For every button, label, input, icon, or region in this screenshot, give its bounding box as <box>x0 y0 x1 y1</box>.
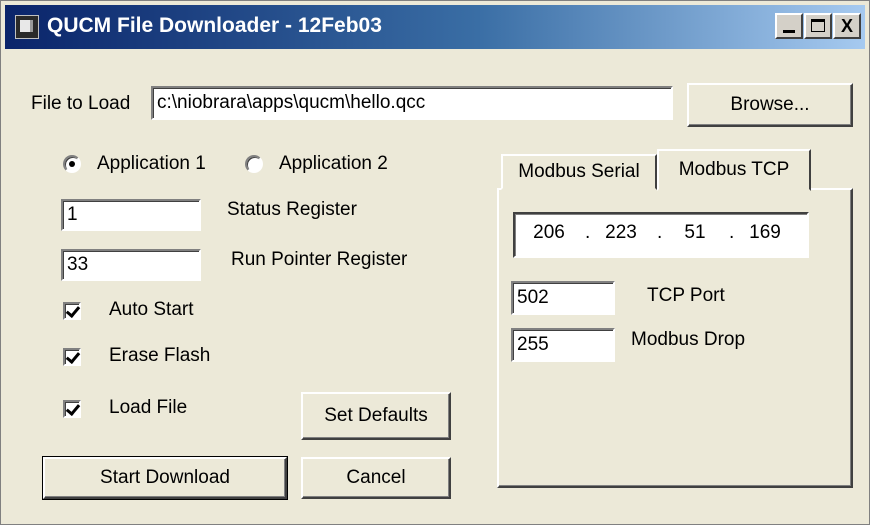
status-register-input[interactable] <box>61 199 201 231</box>
set-defaults-button[interactable]: Set Defaults <box>301 392 451 440</box>
run-pointer-register-label: Run Pointer Register <box>231 249 408 270</box>
app-icon[interactable] <box>15 15 39 39</box>
status-register-label: Status Register <box>227 199 357 220</box>
load-file-label[interactable]: Load File <box>109 397 187 419</box>
cancel-button[interactable]: Cancel <box>301 457 451 499</box>
ip-octet-1[interactable]: 206 <box>529 222 569 244</box>
application-1-radio[interactable] <box>63 155 81 173</box>
auto-start-label[interactable]: Auto Start <box>109 299 194 321</box>
ip-octet-3[interactable]: 51 <box>675 222 715 244</box>
application-1-label[interactable]: Application 1 <box>97 153 206 175</box>
erase-flash-label[interactable]: Erase Flash <box>109 345 210 367</box>
application-2-radio[interactable] <box>245 155 263 173</box>
tcp-port-label: TCP Port <box>647 285 725 306</box>
tab-modbus-serial[interactable]: Modbus Serial <box>501 154 657 190</box>
tab-modbus-tcp[interactable]: Modbus TCP <box>657 149 811 191</box>
close-button[interactable]: X <box>833 13 861 39</box>
ip-dot-3: . <box>729 222 735 243</box>
modbus-drop-label: Modbus Drop <box>631 329 746 350</box>
ip-dot-1: . <box>585 222 591 243</box>
downloader-window: QUCM File Downloader - 12Feb03 X File to… <box>0 0 870 525</box>
run-pointer-register-input[interactable] <box>61 249 201 281</box>
maximize-button[interactable] <box>804 13 832 39</box>
application-2-label[interactable]: Application 2 <box>279 153 388 175</box>
tcp-port-input[interactable] <box>511 281 615 315</box>
file-to-load-label: File to Load <box>31 93 131 114</box>
minimize-button[interactable] <box>775 13 803 39</box>
ip-octet-2[interactable]: 223 <box>601 222 641 244</box>
auto-start-checkbox[interactable] <box>63 302 81 320</box>
start-download-button[interactable]: Start Download <box>42 456 288 500</box>
browse-button[interactable]: Browse... <box>687 83 853 127</box>
window-title: QUCM File Downloader - 12Feb03 <box>47 14 382 37</box>
modbus-drop-input[interactable] <box>511 328 615 362</box>
ip-octet-4[interactable]: 169 <box>745 222 785 244</box>
load-file-checkbox[interactable] <box>63 400 81 418</box>
ip-dot-2: . <box>657 222 663 243</box>
ip-address-input[interactable]: 206 . 223 . 51 . 169 <box>513 212 809 258</box>
erase-flash-checkbox[interactable] <box>63 348 81 366</box>
title-bar[interactable]: QUCM File Downloader - 12Feb03 X <box>5 5 865 49</box>
file-path-input[interactable] <box>151 86 673 120</box>
